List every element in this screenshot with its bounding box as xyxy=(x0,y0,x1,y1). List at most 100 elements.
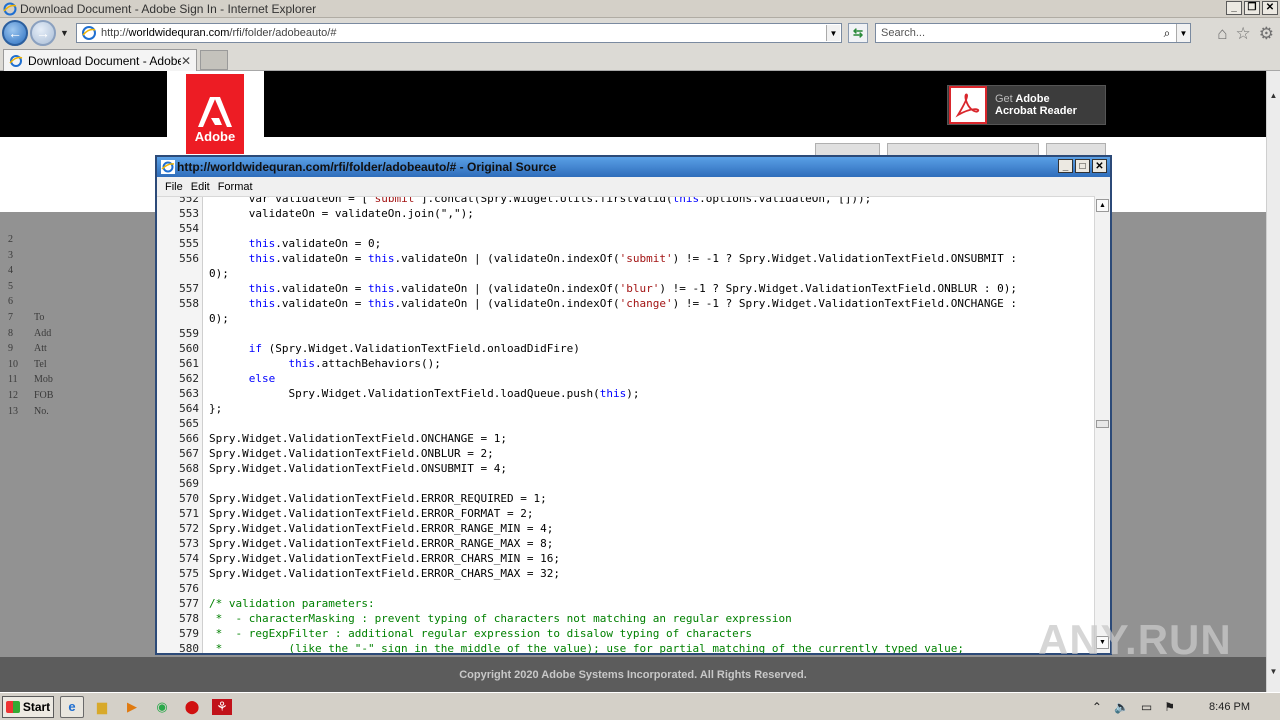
minimize-button[interactable]: _ xyxy=(1226,1,1242,15)
source-maximize-button[interactable]: □ xyxy=(1075,159,1090,173)
adobe-logo-text: Adobe xyxy=(194,129,236,144)
taskbar-acrobat-button[interactable]: ⚘ xyxy=(210,696,234,718)
preview-row-number: 2 xyxy=(8,234,13,245)
tab-close-icon[interactable]: ✕ xyxy=(181,54,191,68)
refresh-button[interactable]: ⇆ xyxy=(848,23,868,43)
acrobat-icon xyxy=(949,86,987,124)
code-token: Spry.Widget.ValidationTextField.ERROR_RA… xyxy=(209,537,554,550)
restore-button[interactable]: ❐ xyxy=(1244,1,1260,15)
code-line: this.validateOn = this.validateOn | (val… xyxy=(209,251,1017,266)
line-number: 573 xyxy=(179,537,199,550)
tab-download-document[interactable]: Download Document - Adobe... ✕ xyxy=(3,49,197,71)
preview-row: 3 xyxy=(0,250,160,265)
internet-explorer-icon xyxy=(3,2,17,15)
taskbar-ie-button[interactable]: e xyxy=(60,695,84,718)
line-number: 566 xyxy=(179,432,199,445)
internet-explorer-icon xyxy=(161,160,175,174)
preview-row-number: 9 xyxy=(8,343,13,355)
taskbar-opera-button[interactable]: ⬤ xyxy=(180,696,204,718)
home-icon[interactable]: ⌂ xyxy=(1217,24,1227,44)
code-token: .validateOn = xyxy=(275,282,368,295)
forward-button[interactable]: → xyxy=(30,20,56,46)
scroll-up-icon[interactable]: ▲ xyxy=(1267,87,1280,103)
source-scrollbar[interactable]: ▲ ▼ xyxy=(1094,196,1110,653)
preview-row-number: 7 xyxy=(8,312,13,323)
anyrun-watermark: ANY.RUN xyxy=(1038,608,1238,672)
code-token: 'change' xyxy=(619,297,673,310)
source-minimize-button[interactable]: _ xyxy=(1058,159,1073,173)
taskbar-media-button[interactable]: ▶ xyxy=(120,696,144,718)
code-token: var validateOn = [ xyxy=(209,196,368,205)
internet-explorer-icon xyxy=(9,54,23,67)
code-token: .attachBehaviors(); xyxy=(314,357,441,370)
search-input[interactable]: Search... xyxy=(881,27,1158,39)
code-line: this.validateOn = this.validateOn | (val… xyxy=(209,281,1017,296)
source-code-view[interactable]: 552 553 554 555 556 557 558 559 560 561 562 563 564 5… xyxy=(157,196,1094,653)
navigation-bar: ← → ▼ http://worldwidequran.com/rfi/fold… xyxy=(0,18,1280,48)
start-button[interactable]: Start xyxy=(2,695,54,718)
code-token: this xyxy=(367,282,395,295)
watermark-text: ANY.RUN xyxy=(1038,616,1232,663)
windows-logo-icon xyxy=(5,700,20,713)
volume-icon[interactable]: 🔈 xyxy=(1114,700,1129,714)
recent-pages-dropdown[interactable]: ▼ xyxy=(60,28,69,38)
menu-edit[interactable]: Edit xyxy=(191,181,210,193)
search-box[interactable]: Search... ⌕ ▼ xyxy=(875,23,1191,43)
code-token: Spry.Widget.ValidationTextField.ERROR_CH… xyxy=(209,552,560,565)
line-number-gutter: 552 553 554 555 556 557 558 559 560 561 562 563 564 5… xyxy=(157,197,203,653)
source-close-button[interactable]: ✕ xyxy=(1092,159,1107,173)
chrome-icon: ◉ xyxy=(156,698,168,714)
favorites-star-icon[interactable]: ☆ xyxy=(1236,24,1251,44)
view-source-window[interactable]: http://worldwidequran.com/rfi/folder/ado… xyxy=(155,155,1112,655)
clock[interactable]: 8:46 PM xyxy=(1209,701,1250,713)
line-number: 552 xyxy=(179,196,199,205)
scroll-down-icon[interactable]: ▼ xyxy=(1267,663,1280,679)
preview-row-number: 6 xyxy=(8,296,13,308)
gear-icon[interactable]: ⚙ xyxy=(1259,24,1274,44)
preview-row: 13 No. xyxy=(0,406,160,421)
menu-file[interactable]: File xyxy=(165,181,183,193)
taskbar-explorer-button[interactable]: ▆ xyxy=(90,696,114,718)
preview-row-number: 4 xyxy=(8,265,13,277)
preview-row-number: 3 xyxy=(8,249,13,261)
close-button[interactable]: ✕ xyxy=(1262,1,1278,15)
code-token: Spry.Widget.ValidationTextField.ONCHANGE… xyxy=(209,432,508,445)
line-number: 578 xyxy=(179,612,199,625)
search-dropdown-button[interactable]: ▼ xyxy=(1176,24,1190,42)
address-bar[interactable]: http://worldwidequran.com/rfi/folder/ado… xyxy=(76,23,842,43)
get-acrobat-reader-badge[interactable]: Get Adobe Acrobat Reader xyxy=(947,85,1106,125)
code-line: Spry.Widget.ValidationTextField.ERROR_FO… xyxy=(209,506,534,521)
preview-row-number: 13 xyxy=(8,405,18,417)
preview-row: 11 Mob xyxy=(0,374,160,389)
page-scrollbar[interactable]: ▲ ▼ xyxy=(1266,71,1280,692)
scroll-thumb[interactable] xyxy=(1096,420,1109,428)
source-window-titlebar[interactable]: http://worldwidequran.com/rfi/folder/ado… xyxy=(157,157,1110,177)
code-line: this.validateOn = 0; xyxy=(209,236,381,251)
back-arrow-icon: ← xyxy=(8,25,22,41)
taskbar-chrome-button[interactable]: ◉ xyxy=(150,696,174,718)
code-token: .validateOn = xyxy=(275,297,368,310)
menu-format[interactable]: Format xyxy=(218,181,253,193)
code-line: var validateOn = ['submit'].concat(Spry.… xyxy=(209,196,872,206)
scroll-up-icon[interactable]: ▲ xyxy=(1096,199,1109,212)
address-dropdown-button[interactable]: ▼ xyxy=(826,25,840,41)
tray-expand-icon[interactable]: ⌃ xyxy=(1092,700,1102,714)
code-line: Spry.Widget.ValidationTextField.ERROR_RA… xyxy=(209,521,553,536)
code-token: .validateOn | (validateOn.indexOf( xyxy=(394,252,620,265)
back-button[interactable]: ← xyxy=(2,20,28,46)
code-token: Spry.Widget.ValidationTextField.loadQueu… xyxy=(209,387,600,400)
new-tab-button[interactable] xyxy=(200,50,228,70)
line-number: 572 xyxy=(179,522,199,535)
code-line: /* validation parameters: xyxy=(209,596,375,611)
network-icon[interactable]: ▭ xyxy=(1141,700,1152,714)
code-token: ); xyxy=(626,387,640,400)
code-token: * (like the "-" sign in the middle of th… xyxy=(209,642,964,653)
internet-explorer-icon: e xyxy=(68,699,76,714)
code-token: Spry.Widget.ValidationTextField.ERROR_CH… xyxy=(209,567,560,580)
code-token: /* validation parameters: xyxy=(209,597,375,610)
search-icon[interactable]: ⌕ xyxy=(1158,26,1176,41)
action-center-flag-icon[interactable]: ⚑ xyxy=(1164,700,1175,714)
